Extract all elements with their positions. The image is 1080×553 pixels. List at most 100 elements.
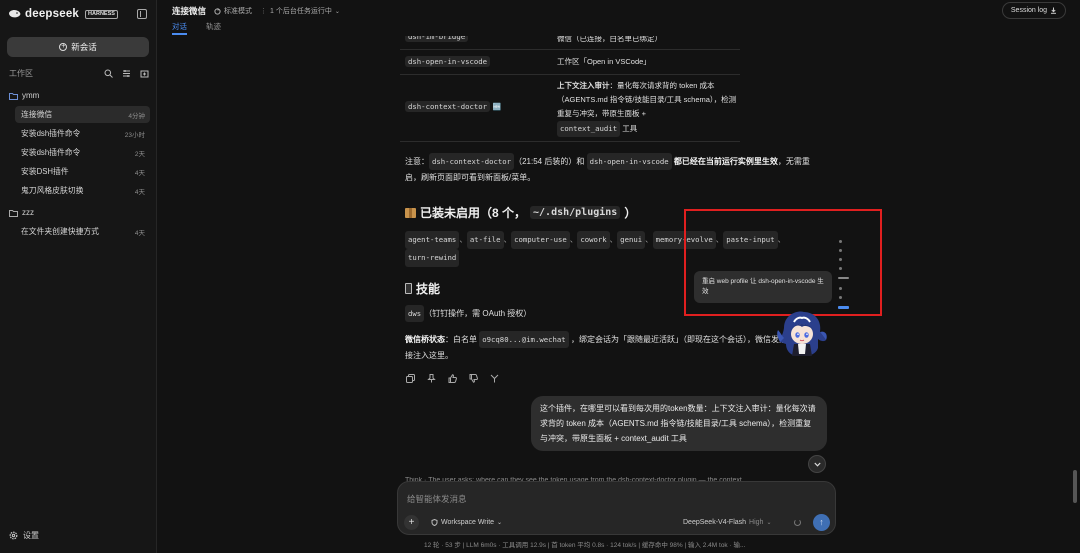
thumbs-up-icon[interactable] <box>448 374 457 383</box>
top-bar: 连接微信 标准模式 ⋮ 1 个后台任务运行中 ⌄ 对话 轨迹 Session l… <box>157 0 1080 36</box>
conversation-title-header: 连接微信 <box>172 6 207 16</box>
plugins-path-code: ~/.dsh/plugins <box>530 206 621 219</box>
plugin-chip: genui <box>617 231 646 249</box>
whale-logo-icon <box>9 9 21 18</box>
restart-toast: 重启 web profile 让 dsh-open-in-vscode 生效 <box>694 271 832 303</box>
new-chat-label: 新会话 <box>71 42 97 52</box>
model-selector[interactable]: DeepSeek-V4-Flash High ⌄ <box>683 519 771 526</box>
message-input[interactable]: 给智能体发消息 <box>407 493 467 505</box>
conversation-time: 4天 <box>134 169 145 177</box>
tab-trajectory[interactable]: 轨迹 <box>206 21 221 32</box>
skills-heading-text: 技能 <box>416 282 441 296</box>
branch-icon[interactable] <box>490 374 499 383</box>
wechat-whitelist-code: o9cq80...@im.wechat <box>479 331 569 348</box>
page-scrollbar[interactable] <box>1073 470 1077 503</box>
plugin-separator: 、 <box>609 235 618 244</box>
sidebar-conversation[interactable]: 安装DSH插件 4天 <box>15 163 150 180</box>
tab-conversation[interactable]: 对话 <box>172 21 187 35</box>
plugin-table: dsh-im-bridge 微信（已连接，白名单已绑定） dsh-open-in… <box>400 36 740 142</box>
plugin-desc: 工作区「Open in VSCode」 <box>557 57 651 66</box>
thumbs-down-icon[interactable] <box>469 374 478 383</box>
chevron-down-icon: ⌄ <box>334 8 340 15</box>
outline-dot[interactable] <box>839 240 842 243</box>
brand-name: deepseek <box>25 8 80 20</box>
session-log-button[interactable]: Session log <box>1002 2 1066 19</box>
brand-badge: HARNESS <box>85 9 118 19</box>
conversation-title: 安装dsh插件命令 <box>21 129 81 138</box>
conversation-title: 安装DSH插件 <box>21 167 69 176</box>
folder-icon <box>9 209 18 217</box>
workspace-permission-selector[interactable]: Workspace Write ⌄ <box>431 519 502 526</box>
context-audit-code: context_audit <box>557 121 621 137</box>
add-attachment-button[interactable]: + <box>404 515 419 530</box>
outline-mark-current[interactable] <box>838 306 849 309</box>
conversation-title: 安装dsh插件命令 <box>21 148 81 157</box>
outline-dot[interactable] <box>839 287 842 290</box>
plugin-separator: 、 <box>503 235 512 244</box>
plugins-heading-text: 已装未启用（8 个， <box>420 206 527 220</box>
skill-code: dws <box>405 305 425 322</box>
sort-icon[interactable] <box>122 69 131 78</box>
brand[interactable]: deepseek HARNESS <box>8 8 118 20</box>
plugin-chip: agent-teams <box>405 231 460 249</box>
sidebar-conversation[interactable]: 安装dsh插件命令 2天 <box>15 144 150 161</box>
plugins-heading: 已装未启用（8 个， ~/.dsh/plugins ） <box>405 204 636 221</box>
outline-dot[interactable] <box>839 296 842 299</box>
note-paragraph: 注意： dsh-context-doctor （21:54 后装的）和 dsh-op… <box>405 153 825 185</box>
folder-ymm[interactable]: ymm <box>9 91 39 100</box>
gear-icon <box>9 531 18 540</box>
note-prefix: 注意： <box>405 157 429 166</box>
new-chat-button[interactable]: + 新会话 <box>7 37 149 57</box>
plugin-desc: 微信（已连接，白名单已绑定） <box>557 36 662 43</box>
session-log-label: Session log <box>1010 7 1048 14</box>
mascot-character-icon <box>777 311 827 356</box>
conversation-time: 4天 <box>134 188 145 196</box>
plugin-code: dsh-open-in-vscode <box>405 56 491 67</box>
header-tabs: 对话 轨迹 <box>172 21 221 35</box>
scroll-down-button[interactable] <box>808 455 826 473</box>
outline-dot[interactable] <box>839 267 842 270</box>
plugin-desc: 上下文注入审计：量化每次请求背的 token 成本（AGENTS.md 指令链/… <box>557 79 737 137</box>
outline-dot[interactable] <box>839 249 842 252</box>
plugin-chip: at-file <box>466 231 504 249</box>
sidebar-toggle-icon[interactable] <box>137 9 147 19</box>
copy-icon[interactable] <box>406 374 415 383</box>
search-icon[interactable] <box>104 69 113 78</box>
folder-name: zzz <box>22 208 34 217</box>
mode-selector[interactable]: 标准模式 <box>214 6 252 16</box>
note-mid: （21:54 后装的）和 <box>514 157 585 166</box>
plugin-separator: 、 <box>459 235 467 244</box>
sidebar-conversation[interactable]: 安装dsh插件命令 23小时 <box>15 125 150 142</box>
plugin-separator: 、 <box>569 235 578 244</box>
usage-status-bar: 12 轮 · 53 步 | LLM 6m0s · 工具调用 12.9s | 首 … <box>424 542 746 549</box>
shield-icon <box>431 519 438 526</box>
wechat-status-pre: ：白名单 <box>445 335 477 344</box>
pin-icon[interactable] <box>427 374 436 383</box>
conversation-title: 在文件夹创建快捷方式 <box>21 227 99 236</box>
message-actions <box>406 374 499 383</box>
workspace-label: 工作区 <box>9 69 33 78</box>
sidebar-conversation[interactable]: 连接微信 4分钟 <box>15 106 150 123</box>
background-tasks[interactable]: ⋮ 1 个后台任务运行中 ⌄ <box>260 6 340 16</box>
package-icon <box>405 207 416 218</box>
sidebar: deepseek HARNESS + 新会话 工作区 ymm 连接微信 4分钟 … <box>0 0 157 553</box>
settings-button[interactable]: 设置 <box>9 530 39 541</box>
new-folder-icon[interactable] <box>140 69 149 78</box>
folder-icon <box>9 92 18 100</box>
sidebar-conversation[interactable]: 在文件夹创建快捷方式 4天 <box>15 223 150 240</box>
workspace-permission-label: Workspace Write <box>441 519 495 526</box>
outline-mark[interactable] <box>838 277 849 279</box>
sidebar-conversation[interactable]: 鬼刀风格皮肤切换 4天 <box>15 182 150 199</box>
conversation-time: 2天 <box>134 150 145 158</box>
conversation-area: dsh-im-bridge 微信（已连接，白名单已绑定） dsh-open-in… <box>157 36 1063 553</box>
plugin-chip: computer-use <box>511 231 570 249</box>
folder-zzz[interactable]: zzz <box>9 208 34 217</box>
plugin-chip: turn-rewind <box>405 249 460 267</box>
send-button[interactable]: ↑ <box>813 514 830 531</box>
loading-spinner-icon <box>794 519 801 526</box>
more-vertical-icon: ⋮ <box>260 8 267 15</box>
desc-bold: 上下文注入审计 <box>557 81 610 90</box>
outline-dot[interactable] <box>839 258 842 261</box>
note-code: dsh-open-in-vscode <box>586 153 672 170</box>
skill-text: （钉钉操作，需 OAuth 授权） <box>424 309 532 318</box>
